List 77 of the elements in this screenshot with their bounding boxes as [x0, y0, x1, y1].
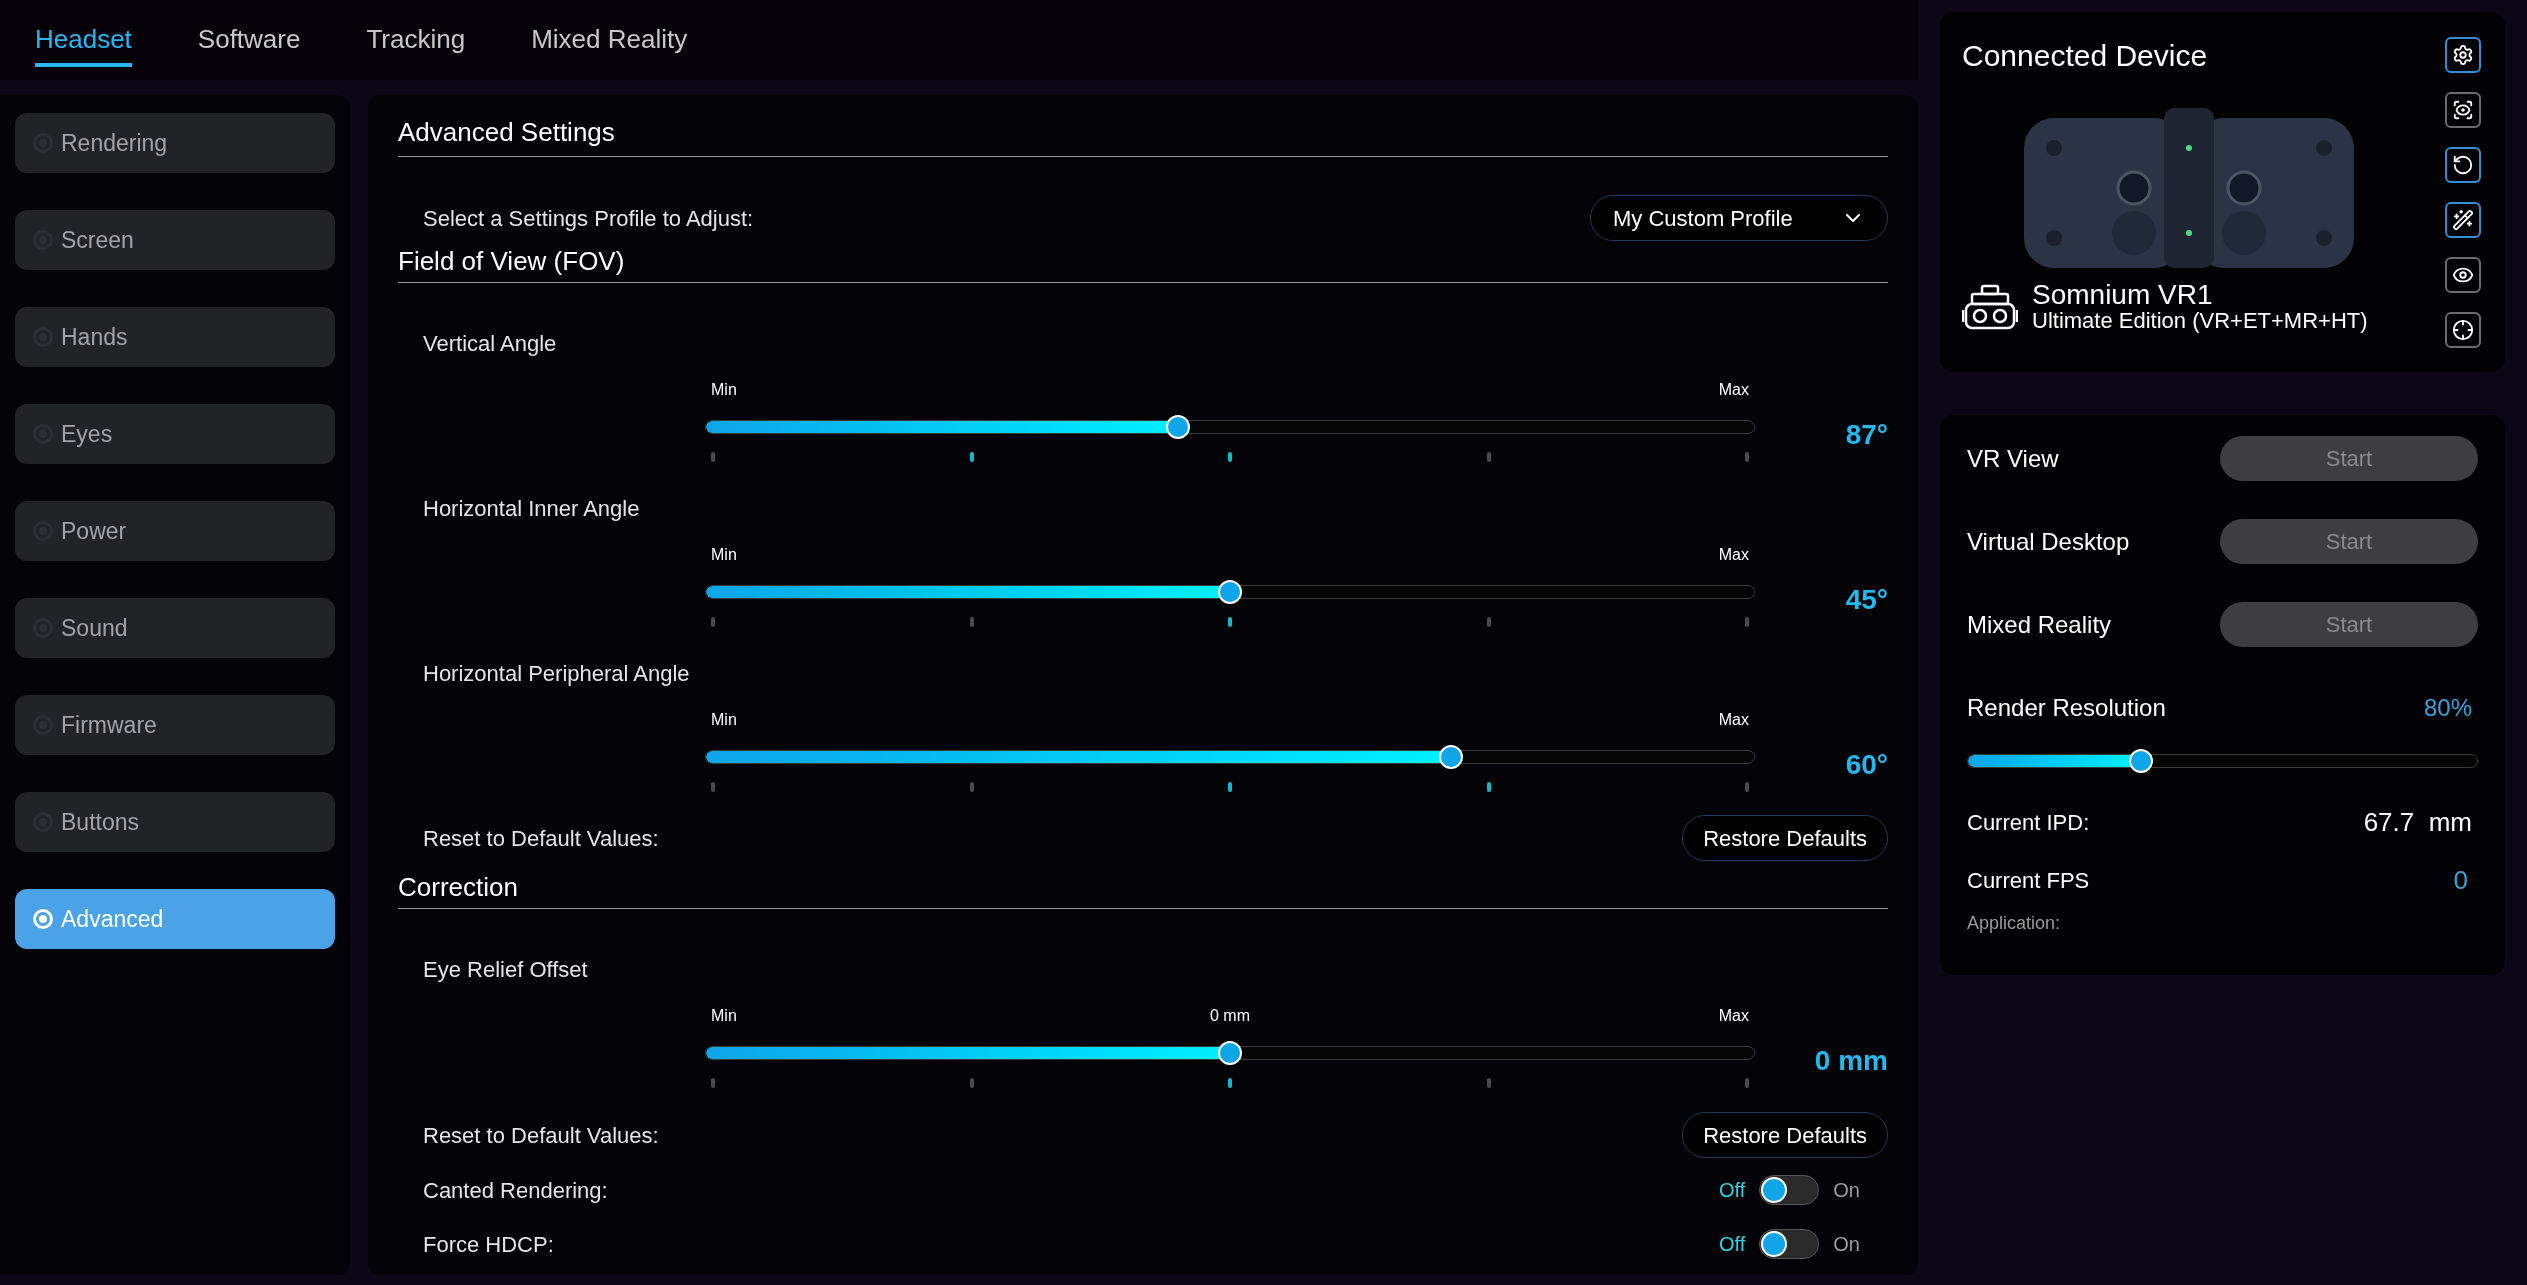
min-label: Min — [711, 545, 737, 565]
slider-track[interactable] — [705, 1046, 1755, 1060]
fps-value: 0 — [2453, 863, 2468, 897]
slider-track[interactable] — [705, 585, 1755, 599]
slider-label: Horizontal Peripheral Angle — [423, 659, 690, 688]
toggle-switch[interactable] — [1759, 1175, 1820, 1205]
fps-label: Current FPS — [1967, 866, 2090, 895]
ipd-value: 67.7 mm — [2363, 805, 2472, 839]
slider-label: Horizontal Inner Angle — [423, 494, 640, 523]
sidebar-item[interactable]: Power — [15, 501, 335, 561]
vr-headset-icon — [1962, 284, 2018, 332]
tab[interactable]: Mixed Reality — [531, 20, 688, 67]
sidebar-item[interactable]: Buttons — [15, 792, 335, 852]
card-title: Connected Device — [1962, 38, 2209, 74]
slider-track[interactable] — [705, 750, 1755, 764]
ipd-label: Current IPD: — [1967, 808, 2090, 837]
min-label: Min — [711, 1006, 737, 1026]
launcher-label: Mixed Reality — [1967, 609, 2112, 640]
eye-scan-icon[interactable] — [2445, 92, 2481, 128]
eye-icon[interactable] — [2445, 257, 2481, 293]
min-label: Min — [711, 380, 737, 400]
reset-icon[interactable] — [2445, 147, 2481, 183]
min-label: Min — [711, 710, 737, 730]
toggle-label: Force HDCP: — [423, 1230, 554, 1259]
render-resolution-value: 80% — [2423, 692, 2472, 723]
restore-defaults-button[interactable]: Restore Defaults — [1682, 1112, 1888, 1158]
slider-thumb[interactable] — [1218, 580, 1242, 604]
device-edition: Ultimate Edition (VR+ET+MR+HT) — [2032, 308, 2368, 334]
slider-thumb[interactable] — [1438, 745, 1463, 769]
radio-icon — [33, 909, 53, 929]
off-label: Off — [1719, 1232, 1746, 1257]
panel-title: Advanced Settings — [398, 116, 615, 149]
slider-track[interactable] — [1967, 754, 2478, 768]
sidebar-item[interactable]: Firmware — [15, 695, 335, 755]
sidebar-item[interactable]: Screen — [15, 210, 335, 270]
sidebar-item[interactable]: Rendering — [15, 113, 335, 173]
profile-dropdown[interactable]: My Custom Profile — [1590, 195, 1888, 241]
on-label: On — [1833, 1178, 1860, 1203]
magic-wand-icon[interactable] — [2445, 202, 2481, 238]
slider-value: 87° — [1845, 418, 1888, 452]
sidebar-item[interactable]: Hands — [15, 307, 335, 367]
toggle-label: Canted Rendering: — [423, 1176, 608, 1205]
slider-thumb[interactable] — [2128, 749, 2153, 773]
sidebar-item[interactable]: Eyes — [15, 404, 335, 464]
max-label: Max — [1718, 545, 1749, 565]
slider-thumb[interactable] — [1218, 1041, 1242, 1065]
reset-label: Reset to Default Values: — [423, 824, 659, 853]
off-label: Off — [1719, 1178, 1746, 1203]
section-heading: Field of View (FOV) — [398, 245, 625, 278]
device-name: Somnium VR1 — [2032, 282, 2214, 308]
slider-label: Eye Relief Offset — [423, 955, 588, 984]
max-label: Max — [1718, 380, 1749, 400]
max-label: Max — [1718, 710, 1749, 730]
tab[interactable]: Software — [197, 20, 301, 67]
slider-track[interactable] — [705, 420, 1755, 434]
settings-icon[interactable] — [2445, 37, 2481, 73]
crosshair-icon[interactable] — [2445, 312, 2481, 348]
render-resolution-label: Render Resolution — [1967, 692, 2166, 723]
slider-thumb[interactable] — [1165, 415, 1190, 439]
tab[interactable]: Tracking — [366, 20, 466, 67]
mid-label: 0 mm — [1210, 1006, 1250, 1026]
application-label: Application: — [1967, 913, 2061, 933]
slider-value: 0 mm — [1814, 1044, 1888, 1078]
reset-label: Reset to Default Values: — [423, 1121, 659, 1150]
slider-value: 45° — [1845, 583, 1888, 617]
slider-label: Vertical Angle — [423, 329, 557, 358]
on-label: On — [1833, 1232, 1860, 1257]
section-heading: Correction — [398, 871, 518, 904]
sidebar-item[interactable]: Sound — [15, 598, 335, 658]
toggle-switch[interactable] — [1759, 1229, 1820, 1259]
tab[interactable]: Headset — [35, 20, 132, 67]
restore-defaults-button[interactable]: Restore Defaults — [1682, 815, 1888, 861]
slider-value: 60° — [1845, 748, 1888, 782]
launcher-label: VR View — [1967, 443, 2059, 474]
max-label: Max — [1718, 1006, 1749, 1026]
profile-label: Select a Settings Profile to Adjust: — [423, 204, 754, 233]
launcher-label: Virtual Desktop — [1967, 526, 2130, 557]
